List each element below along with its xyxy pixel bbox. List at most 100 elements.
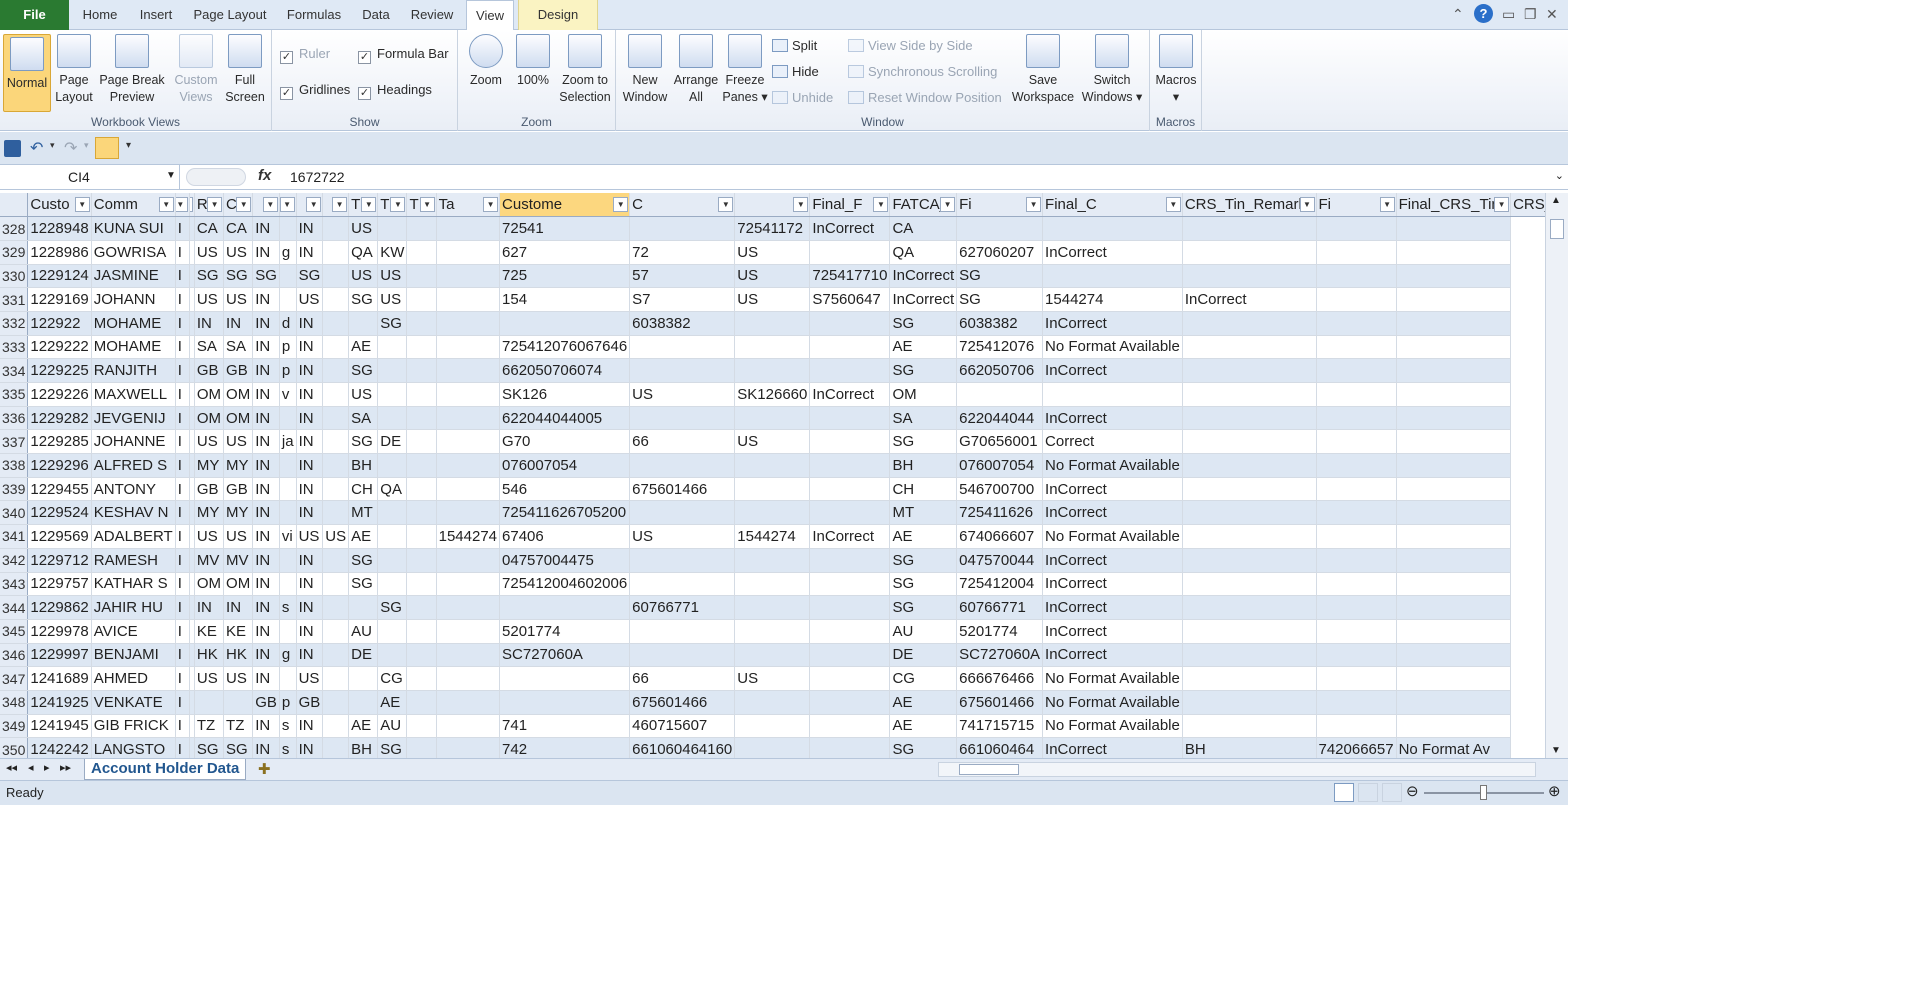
table-cell[interactable]: SC727060A — [956, 643, 1044, 668]
table-cell[interactable]: SG — [296, 264, 324, 289]
table-cell[interactable]: 661060464 — [956, 737, 1044, 758]
table-cell[interactable]: US — [194, 240, 225, 265]
table-cell[interactable]: US — [734, 429, 811, 455]
row-header[interactable]: 334 — [0, 358, 29, 383]
table-cell[interactable] — [809, 335, 891, 360]
table-cell[interactable]: IN — [252, 406, 280, 431]
table-cell[interactable]: No Format Available — [1042, 524, 1183, 549]
column-header[interactable]: Fi ▼ — [956, 193, 1044, 218]
table-cell[interactable]: SA — [889, 406, 958, 431]
table-cell[interactable]: 076007054 — [956, 453, 1044, 478]
table-cell[interactable]: IN — [296, 548, 324, 573]
table-cell[interactable] — [1396, 406, 1512, 431]
table-cell[interactable]: 1229225 — [27, 358, 92, 383]
table-cell[interactable] — [1396, 453, 1512, 478]
table-cell[interactable] — [1396, 240, 1512, 265]
table-cell[interactable] — [279, 216, 297, 241]
table-cell[interactable] — [499, 311, 631, 336]
table-cell[interactable] — [436, 240, 501, 265]
zoom-to-selection-button[interactable]: Zoom to Selection — [558, 34, 612, 106]
table-cell[interactable] — [1316, 714, 1397, 739]
macros-button[interactable]: Macros ▾ — [1154, 34, 1198, 106]
table-cell[interactable]: BH — [348, 453, 379, 478]
filter-dropdown-icon[interactable]: ▼ — [613, 197, 629, 212]
table-cell[interactable] — [406, 690, 437, 715]
table-cell[interactable]: IN — [252, 666, 280, 691]
table-cell[interactable]: IN — [252, 382, 280, 407]
table-cell[interactable] — [1316, 619, 1397, 644]
table-cell[interactable]: IN — [296, 500, 324, 526]
table-cell[interactable] — [406, 335, 437, 360]
table-cell[interactable]: AHMED — [91, 666, 176, 691]
table-cell[interactable]: InCorrect — [1042, 595, 1183, 620]
table-cell[interactable] — [1182, 311, 1317, 336]
table-cell[interactable]: 60766771 — [629, 595, 736, 620]
column-header[interactable]: CRS_Tin_Remarks ▼ — [1182, 193, 1317, 218]
table-cell[interactable]: 1228948 — [27, 216, 92, 241]
table-cell[interactable] — [322, 643, 350, 668]
table-cell[interactable]: v — [279, 382, 297, 407]
table-cell[interactable]: US — [194, 666, 225, 691]
window-minimize-icon[interactable]: ▭ — [1502, 6, 1515, 23]
table-cell[interactable] — [406, 572, 437, 597]
table-cell[interactable] — [809, 643, 891, 668]
table-cell[interactable]: 742 — [499, 737, 631, 758]
table-cell[interactable]: OM — [223, 382, 254, 407]
tab-file[interactable]: File — [0, 0, 69, 30]
table-cell[interactable] — [1396, 714, 1512, 739]
insert-function-icon[interactable]: fx — [258, 167, 271, 184]
insert-sheet-icon[interactable]: ✚ — [258, 760, 271, 778]
table-cell[interactable]: 1229997 — [27, 643, 92, 668]
last-sheet-icon[interactable]: ▸▸ — [60, 761, 71, 774]
table-cell[interactable]: MY — [223, 500, 254, 526]
table-cell[interactable]: 04757004475 — [499, 548, 631, 573]
table-cell[interactable]: LANGSTO — [91, 737, 176, 758]
row-header[interactable]: 329 — [0, 240, 29, 265]
filter-dropdown-icon[interactable]: ▼ — [158, 197, 174, 212]
table-cell[interactable] — [406, 429, 437, 455]
table-cell[interactable]: 5201774 — [499, 619, 631, 644]
table-cell[interactable] — [629, 453, 736, 478]
table-cell[interactable]: US — [194, 287, 225, 312]
table-cell[interactable]: IN — [296, 240, 324, 265]
filter-dropdown-icon[interactable]: ▼ — [361, 197, 377, 212]
table-cell[interactable]: No Format Available — [1042, 714, 1183, 739]
table-cell[interactable]: IN — [296, 714, 324, 739]
page-layout-view-button[interactable]: Page Layout — [54, 34, 94, 106]
table-cell[interactable]: JEVGENIJ — [91, 406, 176, 431]
table-cell[interactable] — [322, 548, 350, 573]
table-cell[interactable] — [1396, 666, 1512, 691]
hide-button[interactable]: Hide — [772, 64, 819, 79]
table-cell[interactable]: InCorrect — [889, 287, 958, 312]
select-all-corner[interactable] — [0, 193, 29, 218]
table-cell[interactable]: 741 — [499, 714, 631, 739]
table-cell[interactable] — [348, 311, 379, 336]
table-cell[interactable] — [436, 429, 501, 455]
filter-dropdown-icon[interactable]: ▼ — [236, 197, 252, 212]
table-cell[interactable] — [1316, 287, 1397, 312]
row-header[interactable]: 350 — [0, 737, 29, 758]
table-cell[interactable]: SG — [889, 358, 958, 383]
table-cell[interactable]: 1544274 — [734, 524, 811, 549]
table-cell[interactable]: IN — [252, 335, 280, 360]
table-cell[interactable]: 1229169 — [27, 287, 92, 312]
undo-dropdown-icon[interactable]: ▾ — [50, 140, 55, 151]
tab-insert[interactable]: Insert — [130, 0, 182, 30]
table-cell[interactable] — [436, 643, 501, 668]
scroll-up-icon[interactable]: ▲ — [1551, 195, 1561, 206]
row-header[interactable]: 340 — [0, 500, 29, 526]
table-cell[interactable]: MOHAME — [91, 311, 176, 336]
table-cell[interactable]: CH — [889, 477, 958, 502]
table-cell[interactable]: InCorrect — [809, 382, 891, 407]
table-cell[interactable]: 1229757 — [27, 572, 92, 597]
tab-home[interactable]: Home — [74, 0, 126, 30]
table-cell[interactable]: I — [175, 358, 190, 383]
table-cell[interactable] — [1182, 382, 1317, 407]
table-cell[interactable]: I — [175, 264, 190, 289]
table-cell[interactable] — [1182, 548, 1317, 573]
synchronous-scrolling-button[interactable]: Synchronous Scrolling — [848, 64, 997, 79]
window-close-icon[interactable]: ✕ — [1546, 6, 1558, 23]
table-cell[interactable]: 5201774 — [956, 619, 1044, 644]
row-header[interactable]: 345 — [0, 619, 29, 644]
zoom-button[interactable]: Zoom — [466, 34, 506, 89]
